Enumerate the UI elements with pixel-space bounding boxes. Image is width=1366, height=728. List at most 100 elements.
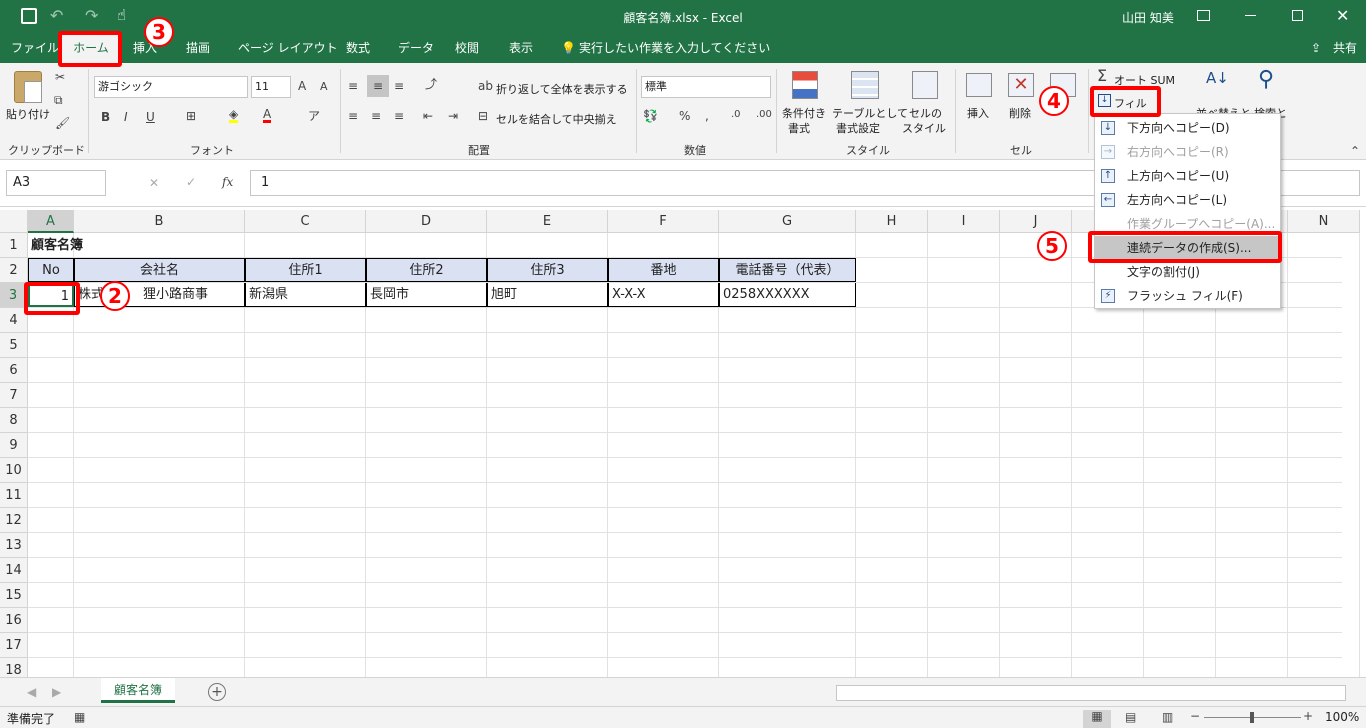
row-header-16[interactable]: 16	[0, 608, 28, 633]
tab-formulas[interactable]: 数式	[346, 33, 370, 63]
row-header-15[interactable]: 15	[0, 583, 28, 608]
format-as-table-button[interactable]: テーブルとして	[832, 105, 908, 121]
table-header-cell[interactable]: 番地	[608, 258, 719, 282]
collapse-ribbon-icon[interactable]: ⌃	[1350, 145, 1360, 157]
undo-icon[interactable]: ↶	[50, 6, 63, 25]
insert-cells-button[interactable]: 挿入	[967, 105, 989, 121]
cut-icon[interactable]: ✂	[55, 71, 65, 83]
delete-cells-icon[interactable]: ✕	[1008, 73, 1034, 97]
phonetic-icon[interactable]: ア	[308, 110, 320, 122]
find-select-icon[interactable]: ⚲	[1258, 69, 1274, 91]
zoom-out-icon[interactable]: −	[1190, 710, 1200, 722]
font-name-combo[interactable]: 游ゴシック	[94, 76, 248, 98]
table-header-cell[interactable]: 住所1	[245, 258, 366, 282]
maximize-icon[interactable]	[1292, 10, 1303, 21]
format-as-table-icon[interactable]	[851, 71, 879, 99]
percent-icon[interactable]: %	[679, 110, 690, 122]
sheet-title[interactable]: 顧客名簿	[28, 234, 86, 258]
column-header-I[interactable]: I	[928, 210, 1000, 233]
tab-view[interactable]: 表示	[509, 33, 533, 63]
format-painter-icon[interactable]: 🖌	[55, 117, 70, 129]
column-header-B[interactable]: B	[74, 210, 245, 233]
shrink-font-icon[interactable]: A	[320, 81, 328, 92]
horizontal-scrollbar[interactable]	[836, 685, 1346, 701]
row-header-18[interactable]: 18	[0, 658, 28, 677]
currency-icon[interactable]: 💱	[643, 110, 658, 122]
align-center-icon[interactable]: ≡	[371, 110, 381, 122]
minimize-icon[interactable]	[1245, 15, 1256, 16]
increase-decimal-icon[interactable]: .0	[731, 110, 741, 120]
cell-styles-icon[interactable]	[912, 71, 938, 99]
wrap-text-icon[interactable]: ab	[478, 80, 493, 92]
next-sheet-icon[interactable]: ▶	[52, 686, 61, 698]
autosum-icon[interactable]: Σ	[1097, 68, 1107, 84]
touch-mode-icon[interactable]: ☝	[117, 6, 126, 24]
row-header-10[interactable]: 10	[0, 458, 28, 483]
macro-record-icon[interactable]: ▦	[74, 711, 85, 723]
select-all-corner[interactable]	[0, 210, 28, 233]
wrap-text-button[interactable]: 折り返して全体を表示する	[496, 81, 628, 97]
row-header-11[interactable]: 11	[0, 483, 28, 508]
fill-color-icon[interactable]: ◈	[229, 108, 239, 123]
table-header-cell[interactable]: 会社名	[74, 258, 245, 282]
close-icon[interactable]: ✕	[1336, 6, 1349, 25]
row-header-8[interactable]: 8	[0, 408, 28, 433]
row-header-2[interactable]: 2	[0, 258, 28, 283]
delete-cells-button[interactable]: 削除	[1009, 105, 1031, 121]
table-header-cell[interactable]: 電話番号（代表）	[719, 258, 856, 282]
table-cell[interactable]: 旭町	[487, 283, 608, 307]
row-header-7[interactable]: 7	[0, 383, 28, 408]
align-left-icon[interactable]: ≡	[348, 110, 358, 122]
align-middle-icon[interactable]: ≡	[367, 75, 389, 97]
font-size-combo[interactable]: 11	[251, 76, 291, 98]
column-header-N[interactable]: N	[1288, 210, 1360, 233]
table-header-cell[interactable]: 住所3	[487, 258, 608, 282]
user-name[interactable]: 山田 知美	[1122, 9, 1174, 26]
zoom-in-icon[interactable]: +	[1303, 710, 1313, 722]
tab-page-layout[interactable]: ページ レイアウト	[238, 33, 338, 63]
fill-menu-item[interactable]: ↓ 下方向へコピー(D)	[1095, 116, 1280, 140]
fill-menu-item[interactable]: → 右方向へコピー(R)	[1095, 140, 1280, 164]
table-cell[interactable]: 新潟県	[245, 283, 366, 307]
column-header-D[interactable]: D	[366, 210, 487, 233]
insert-function-icon[interactable]: fx	[222, 176, 233, 188]
paste-button[interactable]: 貼り付け	[6, 106, 50, 122]
fill-menu-item[interactable]: ← 左方向へコピー(L)	[1095, 188, 1280, 212]
font-color-icon[interactable]: A	[263, 108, 272, 123]
row-header-1[interactable]: 1	[0, 233, 28, 258]
normal-view-icon[interactable]: ▦	[1083, 710, 1111, 728]
orientation-icon[interactable]: ⤴	[425, 78, 437, 90]
grow-font-icon[interactable]: A	[298, 80, 306, 92]
align-bottom-icon[interactable]: ≡	[394, 80, 404, 92]
row-header-13[interactable]: 13	[0, 533, 28, 558]
prev-sheet-icon[interactable]: ◀	[27, 686, 36, 698]
comma-icon[interactable]: ,	[705, 110, 709, 122]
tab-file[interactable]: ファイル	[11, 33, 59, 63]
table-cell[interactable]: 長岡市	[366, 283, 487, 307]
page-layout-view-icon[interactable]: ▤	[1125, 711, 1136, 723]
merge-center-icon[interactable]: ⊟	[478, 110, 488, 122]
add-sheet-icon[interactable]: +	[208, 683, 226, 701]
fill-menu-item[interactable]: 文字の割付(J)	[1095, 260, 1280, 284]
redo-icon[interactable]: ↷	[85, 6, 98, 25]
table-header-cell[interactable]: No	[28, 258, 74, 282]
row-header-14[interactable]: 14	[0, 558, 28, 583]
zoom-level[interactable]: 100%	[1325, 710, 1359, 724]
italic-icon[interactable]: I	[124, 111, 128, 123]
save-icon[interactable]	[21, 8, 37, 24]
decrease-decimal-icon[interactable]: .00	[756, 110, 772, 120]
border-icon[interactable]: ⊞	[186, 110, 196, 122]
column-header-E[interactable]: E	[487, 210, 608, 233]
name-box[interactable]: A3	[6, 170, 106, 196]
fill-menu-item[interactable]: ⚡ フラッシュ フィル(F)	[1095, 284, 1280, 308]
table-cell[interactable]: X-X-X	[608, 283, 719, 307]
merge-center-button[interactable]: セルを結合して中央揃え	[496, 111, 617, 127]
column-header-F[interactable]: F	[608, 210, 719, 233]
copy-icon[interactable]: ⧉	[54, 94, 63, 106]
table-header-cell[interactable]: 住所2	[366, 258, 487, 282]
row-header-9[interactable]: 9	[0, 433, 28, 458]
decrease-indent-icon[interactable]: ⇤	[423, 110, 433, 122]
conditional-format-icon[interactable]	[792, 71, 818, 99]
ribbon-display-icon[interactable]	[1197, 10, 1210, 21]
tab-data[interactable]: データ	[398, 33, 434, 63]
